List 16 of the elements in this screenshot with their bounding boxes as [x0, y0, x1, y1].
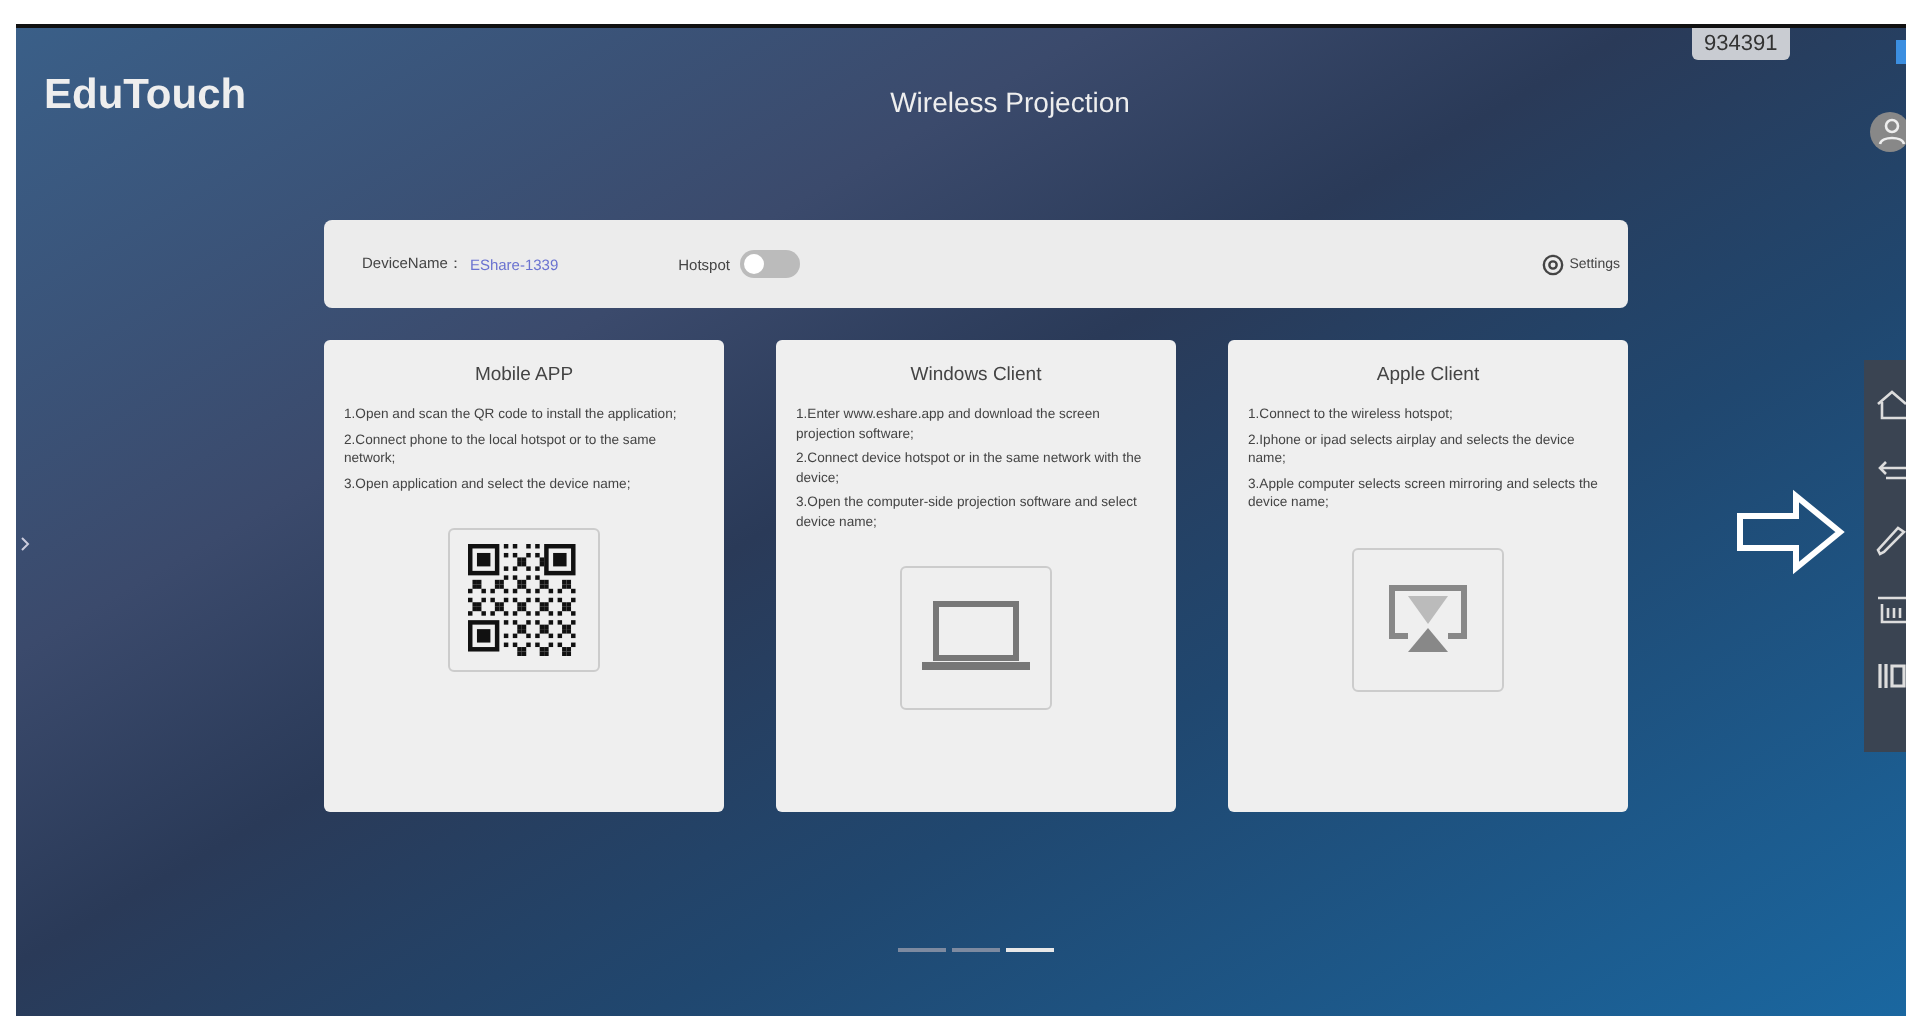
- page-title: Wireless Projection: [890, 86, 1130, 118]
- logo-text: EduTouch: [44, 72, 247, 120]
- card-title: Windows Client: [908, 364, 1044, 386]
- hotspot-toggle[interactable]: [740, 250, 800, 278]
- pointing-arrow-icon: [1734, 488, 1846, 576]
- settings-icon: [1541, 253, 1564, 275]
- card-title: Apple Client: [1374, 364, 1482, 386]
- trash-icon[interactable]: [1874, 592, 1906, 624]
- user-icon[interactable]: [1870, 112, 1906, 152]
- code-badge: 934391: [1692, 28, 1790, 60]
- card-title: Mobile APP: [472, 364, 576, 386]
- chevron-right-icon[interactable]: [20, 536, 30, 552]
- pen-icon[interactable]: [1874, 524, 1906, 556]
- qr-code: [468, 544, 580, 656]
- home-icon[interactable]: [1874, 388, 1906, 420]
- columns-icon[interactable]: [1874, 660, 1906, 692]
